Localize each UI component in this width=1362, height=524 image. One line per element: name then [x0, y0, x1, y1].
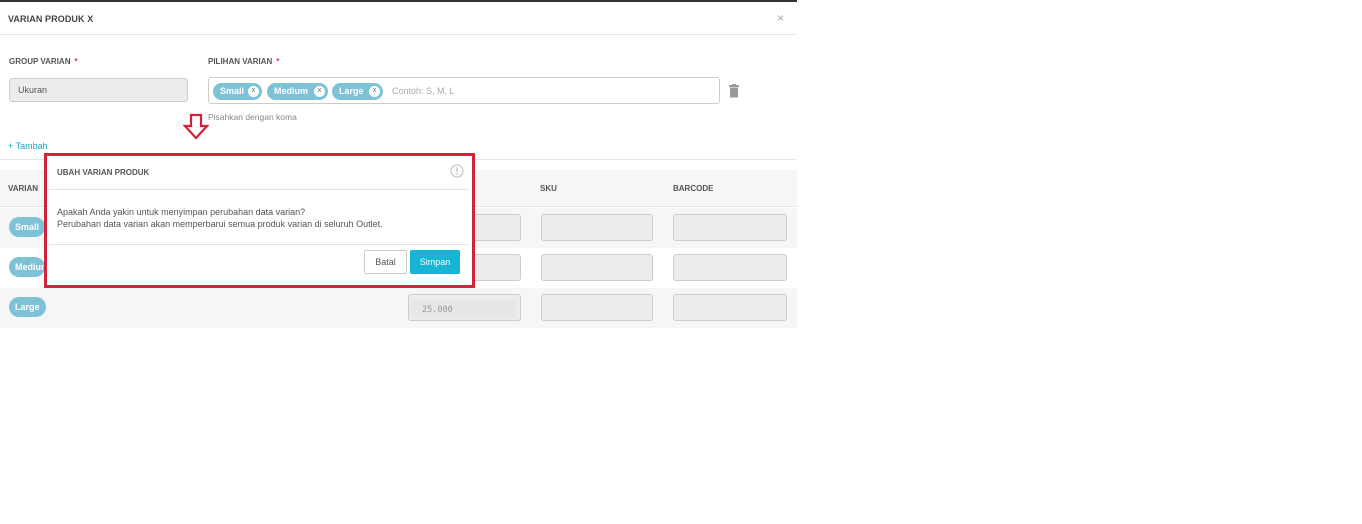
varian-tag-medium: Medium x [267, 83, 328, 100]
barcode-field[interactable] [673, 254, 787, 281]
group-varian-label-text: GROUP VARIAN [9, 57, 71, 66]
dialog-line-2: Perubahan data varian akan memperbarui s… [57, 219, 383, 229]
group-varian-field[interactable]: Ukuran [9, 78, 188, 102]
sku-field[interactable] [541, 254, 653, 281]
tag-label: Medium [274, 86, 309, 96]
header-barcode: BARCODE [673, 184, 714, 193]
tambah-link[interactable]: + Tambah [8, 141, 48, 151]
dialog-message: Apakah Anda yakin untuk menyimpan peruba… [57, 206, 383, 230]
modal-title: VARIAN PRODUK X [8, 14, 94, 24]
close-icon[interactable]: × [777, 11, 784, 25]
varian-pill-medium: Medium [9, 257, 45, 277]
header-sku: SKU [540, 184, 557, 193]
arrow-down-icon [183, 113, 209, 140]
tag-remove-icon[interactable]: x [369, 86, 380, 97]
required-marker: * [276, 57, 280, 66]
group-varian-label: GROUP VARIAN * [9, 57, 78, 66]
price-value: 25.000 [422, 305, 453, 315]
pilihan-varian-input[interactable]: Small x Medium x Large x Contoh: S, M, L [208, 77, 720, 104]
barcode-field[interactable] [673, 214, 787, 241]
modal-header: VARIAN PRODUK X × [0, 2, 797, 35]
sku-field[interactable] [541, 294, 653, 321]
dialog-divider [49, 244, 469, 245]
barcode-field[interactable] [673, 294, 787, 321]
sku-field[interactable] [541, 214, 653, 241]
tag-remove-icon[interactable]: x [314, 86, 325, 97]
varian-tag-large: Large x [332, 83, 383, 100]
dialog-title: UBAH VARIAN PRODUK [57, 168, 150, 177]
pilihan-varian-label-text: PILIHAN VARIAN [208, 57, 273, 66]
info-icon [450, 164, 464, 178]
batal-button[interactable]: Batal [364, 250, 407, 274]
tag-label: Large [339, 86, 364, 96]
varian-tag-small: Small x [213, 83, 262, 100]
trash-icon[interactable] [728, 84, 740, 98]
header-varian: VARIAN [8, 184, 39, 193]
dialog-header: UBAH VARIAN PRODUK [49, 156, 469, 190]
simpan-button[interactable]: Simpan [410, 250, 460, 274]
dialog-line-1: Apakah Anda yakin untuk menyimpan peruba… [57, 207, 306, 217]
tag-remove-icon[interactable]: x [248, 86, 259, 97]
pilihan-placeholder[interactable]: Contoh: S, M, L [392, 86, 455, 96]
required-marker: * [74, 57, 78, 66]
pilihan-varian-label: PILIHAN VARIAN * [208, 57, 279, 66]
pilihan-hint: Pisahkan dengan koma [208, 112, 297, 122]
varian-pill-large: Large [9, 297, 46, 317]
varian-pill-small: Small [9, 217, 45, 237]
varian-produk-modal: VARIAN PRODUK X × GROUP VARIAN * Ukuran P… [0, 0, 1362, 524]
tag-label: Small [220, 86, 245, 96]
ubah-varian-dialog: UBAH VARIAN PRODUK Apakah Anda yakin unt… [44, 153, 475, 288]
